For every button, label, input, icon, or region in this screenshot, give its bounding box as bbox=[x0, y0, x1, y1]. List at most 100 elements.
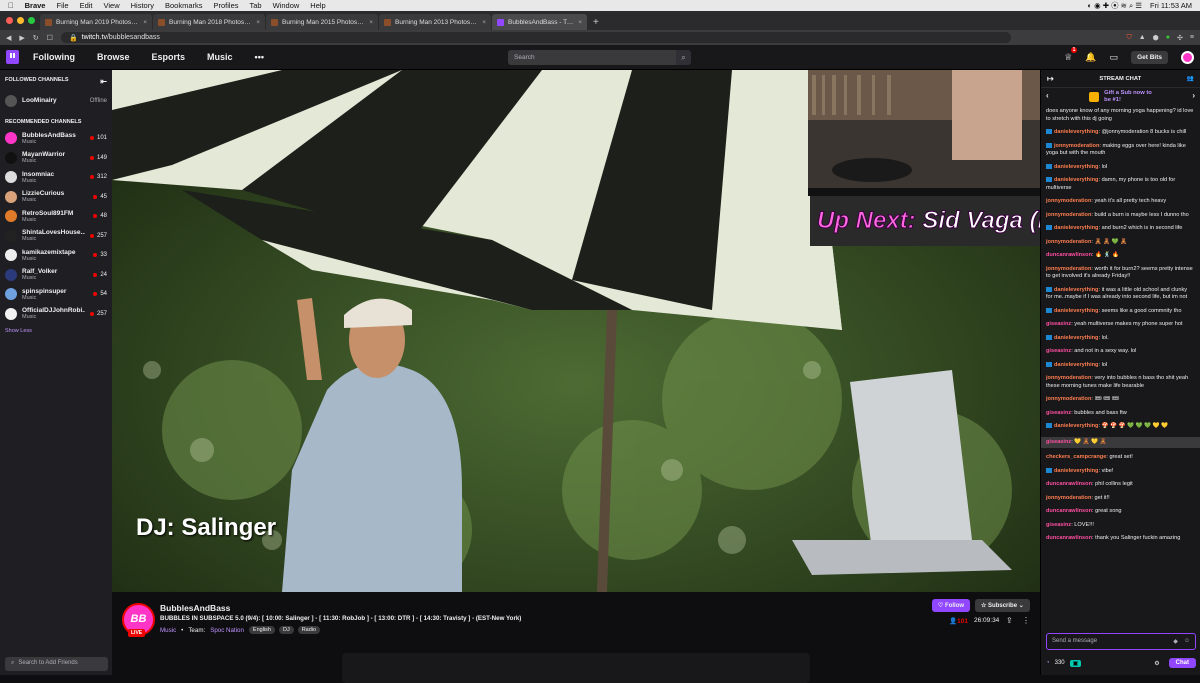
recommended-channel[interactable]: MayanWarrior Music 149 bbox=[0, 148, 112, 168]
chat-message[interactable]: danieleverything: seems like a good comm… bbox=[1046, 308, 1195, 316]
chat-username[interactable]: jonnymoderation bbox=[1046, 239, 1091, 245]
recommended-channel[interactable]: OfficialDJJohnRobi... Music 257 bbox=[0, 304, 112, 324]
collapse-sidebar-icon[interactable]: ⇤ bbox=[100, 77, 107, 86]
nav-following[interactable]: Following bbox=[33, 52, 75, 62]
chat-message[interactable]: giseasinz: and not in a sexy way. lol bbox=[1046, 348, 1195, 356]
chat-username[interactable]: giseasinz bbox=[1046, 348, 1071, 354]
close-tab-icon[interactable]: × bbox=[578, 19, 582, 26]
chat-username[interactable]: jonnymoderation bbox=[1046, 495, 1091, 501]
stream-tag[interactable]: Radio bbox=[297, 626, 321, 634]
forward-icon[interactable]: ▶ bbox=[19, 34, 24, 42]
chat-send-button[interactable]: Chat bbox=[1168, 658, 1196, 668]
menu-bookmarks[interactable]: Bookmarks bbox=[165, 1, 203, 10]
reload-icon[interactable]: ↻ bbox=[33, 34, 39, 42]
chat-username[interactable]: duncanrawlinson bbox=[1046, 481, 1092, 487]
address-bar[interactable]: 🔒 twitch.tv/bubblesandbass bbox=[60, 32, 1011, 43]
chat-message[interactable]: jonnymoderation: get it!! bbox=[1046, 495, 1195, 503]
recommended-channel[interactable]: RetroSoul891FM Music 48 bbox=[0, 207, 112, 227]
recommended-channel[interactable]: BubblesAndBass Music 101 bbox=[0, 129, 112, 149]
zoom-window-button[interactable] bbox=[28, 17, 35, 24]
get-bits-button[interactable]: Get Bits bbox=[1131, 50, 1168, 64]
team-link[interactable]: Spoc Nation bbox=[210, 627, 244, 634]
nav-esports[interactable]: Esports bbox=[152, 52, 186, 62]
puzzle-icon[interactable]: ✣ bbox=[1177, 34, 1183, 42]
chat-message[interactable]: danieleverything: vibe! bbox=[1046, 468, 1195, 476]
chat-username[interactable]: danieleverything bbox=[1054, 423, 1098, 429]
chat-message[interactable]: checkers_campcrange: great set! bbox=[1046, 454, 1195, 462]
chat-message[interactable]: jonnymoderation: 🧸 🧸 💚 🧸 bbox=[1046, 239, 1195, 247]
rewards-icon[interactable]: ▲ bbox=[1139, 34, 1146, 42]
chat-message-input[interactable]: Send a message ◆ ☺ bbox=[1046, 633, 1196, 650]
menu-edit[interactable]: Edit bbox=[80, 1, 93, 10]
user-avatar[interactable] bbox=[1181, 50, 1194, 64]
more-options-icon[interactable]: ⋮ bbox=[1022, 616, 1030, 625]
chat-message[interactable]: danieleverything: lol. bbox=[1046, 335, 1195, 343]
chat-message[interactable]: danieleverything: lol bbox=[1046, 164, 1195, 172]
back-icon[interactable]: ◀ bbox=[6, 34, 11, 42]
chat-username[interactable]: danieleverything bbox=[1054, 362, 1098, 368]
brave-shield-icon[interactable]: ⛉ bbox=[1126, 34, 1131, 42]
stream-tag[interactable]: DJ bbox=[278, 626, 294, 634]
emote-icon[interactable]: ☺ bbox=[1184, 638, 1190, 645]
recommended-channel[interactable]: Ralf_Volker Music 24 bbox=[0, 265, 112, 285]
menu-tab[interactable]: Tab bbox=[250, 1, 262, 10]
chat-message[interactable]: danieleverything: lol bbox=[1046, 362, 1195, 370]
bits-icon[interactable]: ◆ bbox=[1173, 638, 1178, 645]
share-icon[interactable]: ⇪ bbox=[1006, 616, 1013, 625]
bookmark-icon[interactable]: ☐ bbox=[47, 34, 53, 42]
chevron-right-icon[interactable]: › bbox=[1192, 91, 1195, 100]
nav-music[interactable]: Music bbox=[207, 52, 233, 62]
whispers-icon[interactable]: ▭ bbox=[1110, 52, 1119, 63]
gift-sub-banner[interactable]: ‹ Gift a Sub now to be #1! › bbox=[1041, 88, 1200, 106]
search-icon[interactable]: ⌕ bbox=[676, 50, 691, 65]
chat-message[interactable]: jonnymoderation: build a burn is maybe l… bbox=[1046, 212, 1195, 220]
video-player[interactable]: Up Next: Sid Vaga (N DJ: Salinger bbox=[112, 70, 1040, 592]
browser-tab[interactable]: BubblesAndBass - Twitch × bbox=[492, 14, 587, 30]
chat-message[interactable]: danieleverything: and burn2 which is in … bbox=[1046, 225, 1195, 233]
close-tab-icon[interactable]: × bbox=[369, 19, 373, 26]
chat-username[interactable]: giseasinz bbox=[1046, 321, 1071, 327]
chat-message[interactable]: does anyone know of any morning yoga hap… bbox=[1046, 108, 1195, 123]
menu-icon[interactable]: ≡ bbox=[1190, 34, 1194, 42]
follow-button[interactable]: ♡ Follow bbox=[932, 599, 971, 612]
chevron-left-icon[interactable]: ‹ bbox=[1046, 91, 1049, 100]
chat-username[interactable]: danieleverything bbox=[1054, 164, 1098, 170]
menu-help[interactable]: Help bbox=[310, 1, 325, 10]
notifications-icon[interactable]: 🔔 bbox=[1085, 52, 1096, 63]
collapse-chat-icon[interactable]: ↦ bbox=[1047, 74, 1054, 83]
chat-username[interactable]: checkers_campcrange bbox=[1046, 454, 1106, 460]
chat-username[interactable]: duncanrawlinson bbox=[1046, 535, 1092, 541]
channel-name[interactable]: BubblesAndBass bbox=[160, 603, 230, 613]
recommended-channel[interactable]: LizzieCurious Music 45 bbox=[0, 187, 112, 207]
new-tab-button[interactable]: + bbox=[588, 17, 604, 30]
chat-username[interactable]: danieleverything bbox=[1054, 177, 1098, 183]
chat-username[interactable]: danieleverything bbox=[1054, 129, 1098, 135]
chat-message[interactable]: giseasinz: yeah multiverse makes my phon… bbox=[1046, 321, 1195, 329]
chat-message[interactable]: giseasinz: LOVE!!! bbox=[1046, 522, 1195, 530]
menu-profiles[interactable]: Profiles bbox=[214, 1, 239, 10]
clock[interactable]: Fri 11:53 AM bbox=[1150, 1, 1192, 10]
chat-username[interactable]: danieleverything bbox=[1054, 225, 1098, 231]
chat-message[interactable]: duncanrawlinson: 🔥 🕺 🔥 bbox=[1046, 252, 1195, 260]
browser-tab[interactable]: Burning Man 2015 Photos - Burn × bbox=[266, 14, 378, 30]
community-icon[interactable]: 👥 bbox=[1187, 76, 1194, 82]
channel-points-icon[interactable]: ◔ bbox=[1046, 660, 1050, 666]
chat-message[interactable]: duncanrawlinson: thank you Salinger fuck… bbox=[1046, 535, 1195, 543]
chat-message[interactable]: jonnymoderation: making eggs over here! … bbox=[1046, 143, 1195, 158]
chat-message[interactable]: giseasinz: bubbles and bass ftw bbox=[1046, 410, 1195, 418]
recommended-channel[interactable]: ShintaLovesHouse... Music 257 bbox=[0, 226, 112, 246]
chat-message[interactable]: duncanrawlinson: great song bbox=[1046, 508, 1195, 516]
chat-message[interactable]: danieleverything: it was a little old sc… bbox=[1046, 287, 1195, 302]
chat-message[interactable]: jonnymoderation: yeah it's all pretty te… bbox=[1046, 198, 1195, 206]
recommended-channel[interactable]: spinspinsuper Music 54 bbox=[0, 285, 112, 305]
chat-settings-icon[interactable]: ⚙ bbox=[1154, 660, 1159, 667]
chat-message[interactable]: jonnymoderation: very into bubbles n bas… bbox=[1046, 375, 1195, 390]
browser-tab[interactable]: Burning Man 2013 Photos - Burn × bbox=[379, 14, 491, 30]
chat-username[interactable]: danieleverything bbox=[1054, 335, 1098, 341]
extension-icon[interactable]: ● bbox=[1166, 34, 1170, 42]
show-less-link[interactable]: Show Less bbox=[0, 324, 112, 338]
chat-message[interactable]: jonnymoderation: worth it for burn2? see… bbox=[1046, 266, 1195, 281]
nav-more[interactable]: ••• bbox=[255, 52, 264, 62]
chat-message[interactable]: danieleverything: damn, my phone is too … bbox=[1046, 177, 1195, 192]
menu-history[interactable]: History bbox=[131, 1, 154, 10]
